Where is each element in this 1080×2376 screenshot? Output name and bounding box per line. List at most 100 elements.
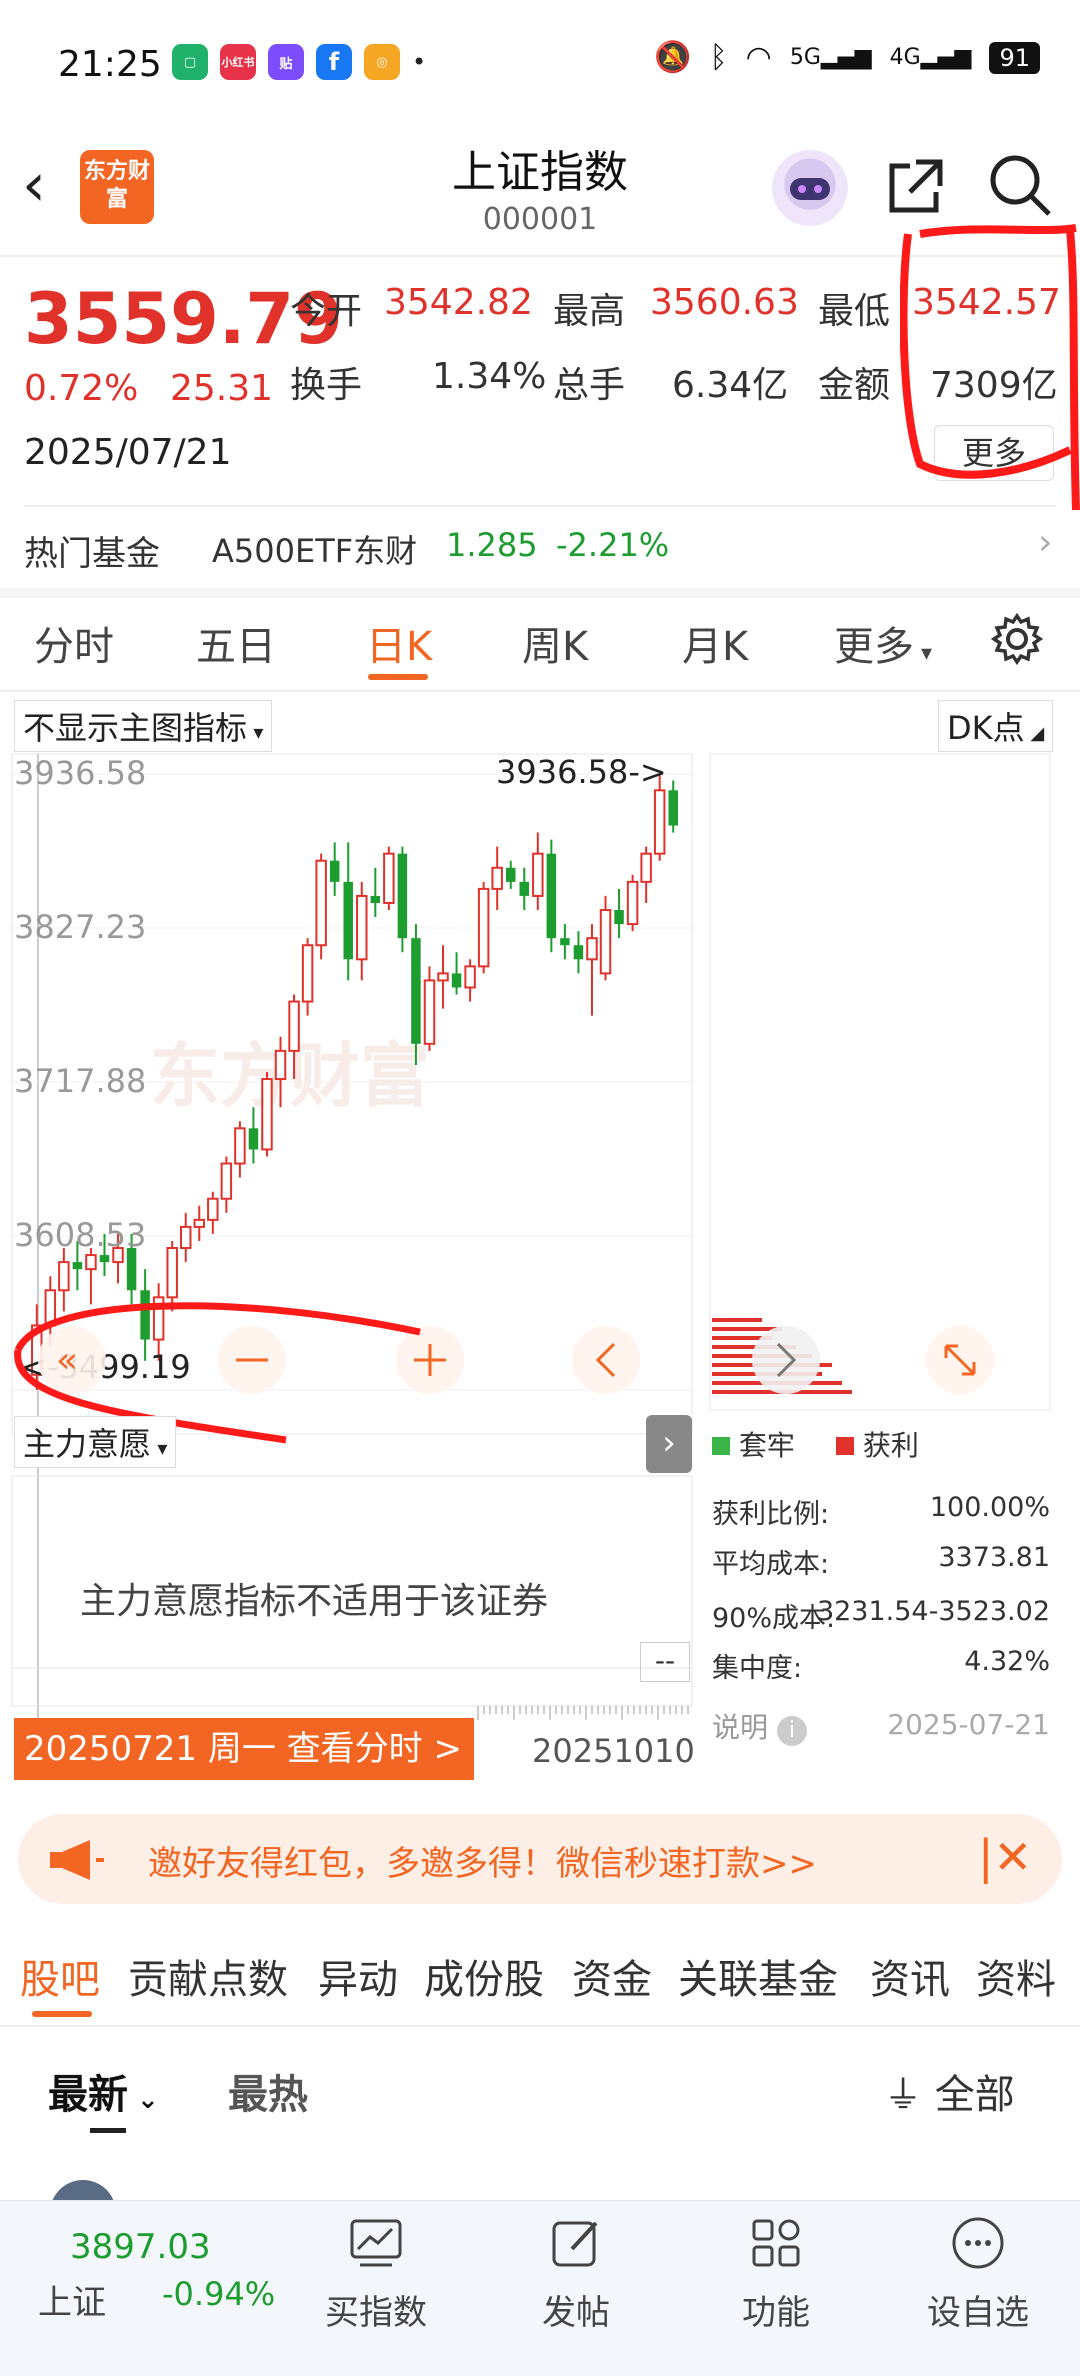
y-tick-label: 3936.58 <box>14 754 146 792</box>
candle-body <box>437 972 449 982</box>
invite-banner[interactable]: 邀好友得红包，多邀多得！微信秒速打款>> |✕ <box>18 1814 1062 1904</box>
tab-contribution[interactable]: 贡献点数 <box>128 1947 288 2005</box>
turnover-label: 换手 <box>290 365 363 406</box>
profit-ratio-label: 获利比例: <box>712 1499 830 1530</box>
tab-more[interactable]: 更多 ▾ <box>834 614 932 672</box>
chip-note-link[interactable]: 说明 i <box>712 1706 807 1746</box>
app-notification-icon: ▢ <box>172 44 208 80</box>
chart-line-icon <box>350 2219 402 2267</box>
filter-all[interactable]: ⏚ 全部 <box>884 2062 1015 2120</box>
chip-note-label: 说明 <box>712 1711 769 1744</box>
nav-index-value: 3897.03 <box>70 2227 211 2267</box>
chevron-down-icon: ⌄ <box>128 2085 159 2115</box>
chip-date: 2025-07-21 <box>887 1708 1050 1741</box>
candle-body <box>573 945 584 960</box>
high-label: 最高 <box>553 291 626 332</box>
candle-body <box>423 979 436 1045</box>
candle-body <box>72 1262 83 1270</box>
nav-add-watchlist[interactable]: 设自选 <box>898 2201 1058 2334</box>
tab-capital[interactable]: 资金 <box>572 1947 652 2005</box>
legend-profit-label: 获利 <box>862 1429 919 1462</box>
trapped-swatch <box>712 1437 730 1455</box>
view-intraday-button[interactable]: 20250721 周一 查看分时 > <box>14 1718 474 1780</box>
pan-left-fast-button[interactable]: « <box>38 1326 106 1394</box>
nav-buy-index-label: 买指数 <box>325 2293 427 2333</box>
volume-value: 6.34亿 <box>672 365 789 406</box>
chip-bar <box>712 1318 762 1322</box>
concentration-value: 4.32% <box>964 1646 1050 1677</box>
status-bar: 21:25 ▢ 小红书 贴 f ◎ • 🔕 ᛒ ◠ 5G▂▄▆ 4G▂▄▆ 91 <box>0 0 1080 130</box>
xiaohongshu-icon: 小红书 <box>220 44 256 80</box>
tab-guba[interactable]: 股吧 <box>20 1947 100 2005</box>
y-tick-label: 3827.23 <box>14 908 146 946</box>
ai-assistant-icon[interactable] <box>772 150 848 226</box>
banner-close-icon[interactable]: |✕ <box>978 1830 1032 1884</box>
fullscreen-button[interactable] <box>926 1326 994 1394</box>
wifi-icon: ◠ <box>745 40 772 75</box>
time-axis-ticks <box>477 1706 689 1720</box>
sub-indicator-dropdown[interactable]: 主力意愿 ▾ <box>14 1416 177 1468</box>
tab-related-funds[interactable]: 关联基金 <box>678 1947 838 2005</box>
candle-body <box>343 881 353 960</box>
active-tab-indicator <box>32 2011 92 2017</box>
tab-news[interactable]: 资讯 <box>870 1947 950 2005</box>
tab-more-label: 更多 <box>834 624 914 670</box>
candle-body <box>383 852 395 904</box>
tab-movement[interactable]: 异动 <box>318 1947 398 2005</box>
candle-body <box>397 853 408 939</box>
hot-fund-label: 热门基金 <box>24 534 160 574</box>
settings-gear-icon[interactable] <box>990 612 1044 666</box>
sort-hot[interactable]: 最热 <box>228 2062 308 2120</box>
candle-body <box>248 1128 259 1150</box>
active-tab-indicator <box>368 674 428 680</box>
tab-intraday[interactable]: 分时 <box>34 614 114 672</box>
pan-right-button[interactable] <box>752 1326 820 1394</box>
grid-icon <box>752 2219 800 2267</box>
nav-functions[interactable]: 功能 <box>696 2201 856 2334</box>
tab-profile[interactable]: 资料 <box>976 1947 1056 2005</box>
candle-body <box>193 1218 206 1228</box>
tieba-icon: 贴 <box>268 44 304 80</box>
pan-left-button[interactable] <box>572 1326 640 1394</box>
legend-trapped-label: 套牢 <box>738 1429 795 1462</box>
avg-cost-value: 3373.81 <box>938 1542 1050 1573</box>
mute-icon: 🔕 <box>654 40 692 75</box>
tab-five-day[interactable]: 五日 <box>196 614 276 672</box>
quote-date: 2025/07/21 <box>24 432 232 473</box>
change-percent: 0.72% <box>24 368 139 409</box>
candle-body <box>614 910 624 925</box>
nav-add-watchlist-label: 设自选 <box>927 2293 1029 2333</box>
chip-chart-frame <box>709 753 1051 1411</box>
open-value: 3542.82 <box>384 282 533 323</box>
zoom-out-button[interactable] <box>218 1326 286 1394</box>
tab-weekly-k[interactable]: 周K <box>522 614 588 672</box>
candle-body <box>220 1162 233 1200</box>
zoom-in-button[interactable] <box>396 1326 464 1394</box>
share-icon[interactable] <box>880 152 950 222</box>
hot-fund-row[interactable]: 热门基金 A500ETF东财 1.285 -2.21% › <box>0 508 1080 588</box>
candle-body <box>288 1000 300 1052</box>
volume-label: 总手 <box>553 365 626 406</box>
candle-body <box>464 965 476 989</box>
filter-icon: ⏚ <box>884 2073 923 2117</box>
chevron-right-icon: › <box>1038 522 1053 563</box>
app-notification-icon-2: ◎ <box>364 44 400 80</box>
candle-body <box>356 894 368 961</box>
avg-cost-label: 平均成本: <box>712 1549 830 1580</box>
tab-daily-k[interactable]: 日K <box>366 614 432 672</box>
tab-monthly-k[interactable]: 月K <box>682 614 748 672</box>
tab-constituents[interactable]: 成份股 <box>424 1947 544 2005</box>
red-annotation-box <box>900 224 1080 511</box>
candle-body <box>599 909 612 975</box>
cost-90-value: 3231.54-3523.02 <box>816 1596 1050 1627</box>
change-amount: 25.31 <box>170 368 274 409</box>
candle-body <box>85 1254 97 1271</box>
candle-body <box>274 1049 287 1081</box>
search-icon[interactable] <box>985 150 1055 220</box>
nav-buy-index[interactable]: 买指数 <box>296 2201 456 2334</box>
status-time: 21:25 <box>58 44 162 85</box>
sort-latest[interactable]: 最新 ⌄ <box>48 2062 159 2120</box>
collapse-panel-button[interactable]: › <box>646 1415 692 1473</box>
concentration-label: 集中度: <box>712 1653 803 1684</box>
nav-post[interactable]: 发帖 <box>496 2201 656 2334</box>
